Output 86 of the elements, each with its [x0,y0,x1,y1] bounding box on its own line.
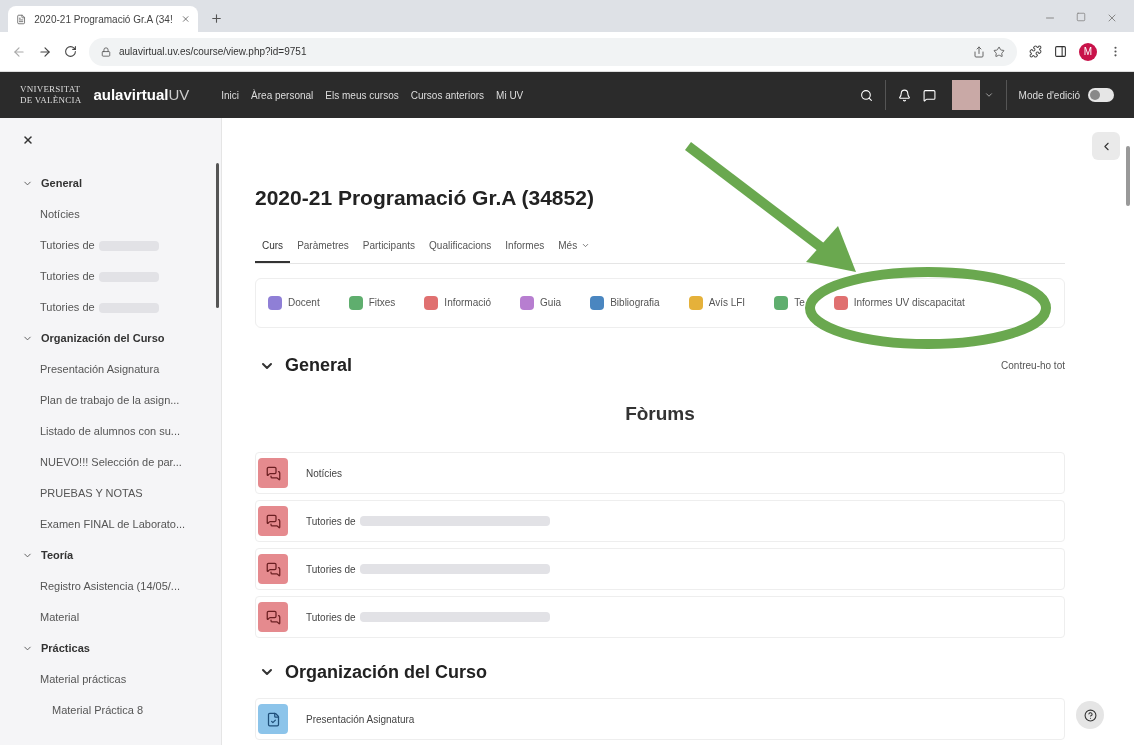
activity-row[interactable]: Notícies [255,452,1065,494]
new-tab-icon[interactable] [210,12,223,25]
close-icon[interactable] [22,134,34,146]
page-icon [258,704,288,734]
bookmark-star-icon[interactable] [993,45,1005,58]
collapse-all-link[interactable]: Contreu-ho tot [1001,358,1065,373]
edit-mode-label: Mode d'edició [1018,88,1080,103]
lock-icon [101,46,111,57]
tab-title: 2020-21 Programació Gr.A (34! [34,12,173,27]
activity-link[interactable]: Tutories de [306,561,356,577]
caret-icon[interactable] [983,90,994,100]
course-tab[interactable]: Participants [355,229,423,263]
sidebar-link[interactable]: Tutories de [40,268,95,285]
share-icon[interactable] [973,45,985,58]
user-avatar[interactable] [951,80,980,110]
help-button[interactable] [1076,701,1104,729]
forum-icon [258,602,288,632]
nav-link[interactable]: Els meus cursos [325,87,399,103]
quick-link[interactable]: Guia [520,295,562,310]
activity-link[interactable]: Notícies [306,465,343,481]
scrollbar-thumb[interactable] [216,163,219,308]
activity-link[interactable]: Tutories de [306,609,356,625]
sidebar-link[interactable]: Plan de trabajo de la asign... [40,392,180,409]
sidebar-link[interactable]: Presentación Asignatura [40,361,160,378]
course-tab[interactable]: Més [551,229,598,263]
favicon-icon [16,13,27,25]
nav-link[interactable]: Inici [221,87,240,103]
messages-icon[interactable] [922,88,936,102]
course-title: 2020-21 Programació Gr.A (34852) [255,185,595,211]
forward-icon[interactable] [38,44,52,59]
sidebar-link[interactable]: Listado de alumnos con su... [40,423,181,440]
sidebar-section-title[interactable]: Organización del Curso [41,330,165,347]
activity-row[interactable]: Tutories de [255,596,1065,638]
quick-link[interactable]: Avís LFI [688,295,746,310]
quick-link[interactable]: Te [774,295,805,310]
sidebar-section-title[interactable]: Teoría [41,547,74,564]
activity-link[interactable]: Presentación Asignatura [306,711,415,727]
quick-link[interactable]: Bibliografia [590,295,660,310]
nav-link[interactable]: Mi UV [496,87,524,103]
sidebar-link[interactable]: Examen FINAL de Laborato... [40,516,186,533]
sidebar-link[interactable]: Material [40,609,80,626]
quick-link[interactable]: Docent [268,295,320,310]
nav-link[interactable]: Àrea personal [251,87,314,103]
notifications-icon[interactable] [897,88,911,102]
reload-icon[interactable] [64,45,77,58]
edit-mode-toggle[interactable] [1088,88,1114,102]
university-logo[interactable]: VNIVERSITAT DE VALÈNCIA [20,84,82,106]
quick-link[interactable]: Informació [424,295,492,310]
sidebar-link[interactable]: PRUEBAS Y NOTAS [40,485,143,502]
forum-icon [258,506,288,536]
activity-row[interactable]: Presentación Asignatura [255,698,1065,740]
forum-icon [258,554,288,584]
nav-link[interactable]: Cursos anteriors [410,87,485,103]
activity-link[interactable]: Tutories de [306,513,356,529]
sidebar-link[interactable]: Registro Asistencia (14/05/... [40,578,180,595]
sidebar-link[interactable]: Tutories de [40,299,95,316]
sidebar-link[interactable]: NUEVO!!! Selección de par... [40,454,182,471]
profile-avatar[interactable]: M [1079,42,1097,61]
help-icon [1083,708,1097,722]
course-tab[interactable]: Qualificacions [422,229,499,263]
forum-icon [258,458,288,488]
sidebar-section-title[interactable]: General [41,175,82,192]
section-title[interactable]: General [285,352,353,379]
section-title[interactable]: Organización del Curso [285,658,488,686]
activity-row[interactable]: Tutories de [255,500,1065,542]
quick-link[interactable]: Informes UV discapacitat [833,295,965,310]
search-icon[interactable] [859,88,873,102]
sidebar-link[interactable]: Tutories de [40,237,95,254]
course-tab[interactable]: Informes [498,229,552,263]
browser-tab[interactable]: 2020-21 Programació Gr.A (34! [8,6,198,32]
scrollbar-thumb[interactable] [1126,146,1130,206]
label-heading: Fòrums [624,401,696,426]
sidebar-link[interactable]: Notícies [40,206,80,223]
sidebar-link[interactable]: Material Práctica 8 [52,702,144,719]
course-tab[interactable]: Paràmetres [290,229,356,263]
extensions-icon[interactable] [1029,45,1042,58]
brand-logo[interactable]: aulavirtualUV [93,83,190,107]
drawer-toggle-button[interactable] [1092,132,1120,160]
address-bar[interactable]: aulavirtual.uv.es/course/view.php?id=9751 [89,37,1017,66]
course-tab[interactable]: Curs [255,229,291,263]
sidebar-section-title[interactable]: Prácticas [41,640,90,657]
quick-link[interactable]: Fitxes [348,295,396,310]
activity-row[interactable]: Tutories de [255,548,1065,590]
url-text: aulavirtual.uv.es/course/view.php?id=9751 [119,45,307,59]
side-panel-icon[interactable] [1054,45,1067,58]
sidebar-link[interactable]: Material prácticas [40,671,127,688]
